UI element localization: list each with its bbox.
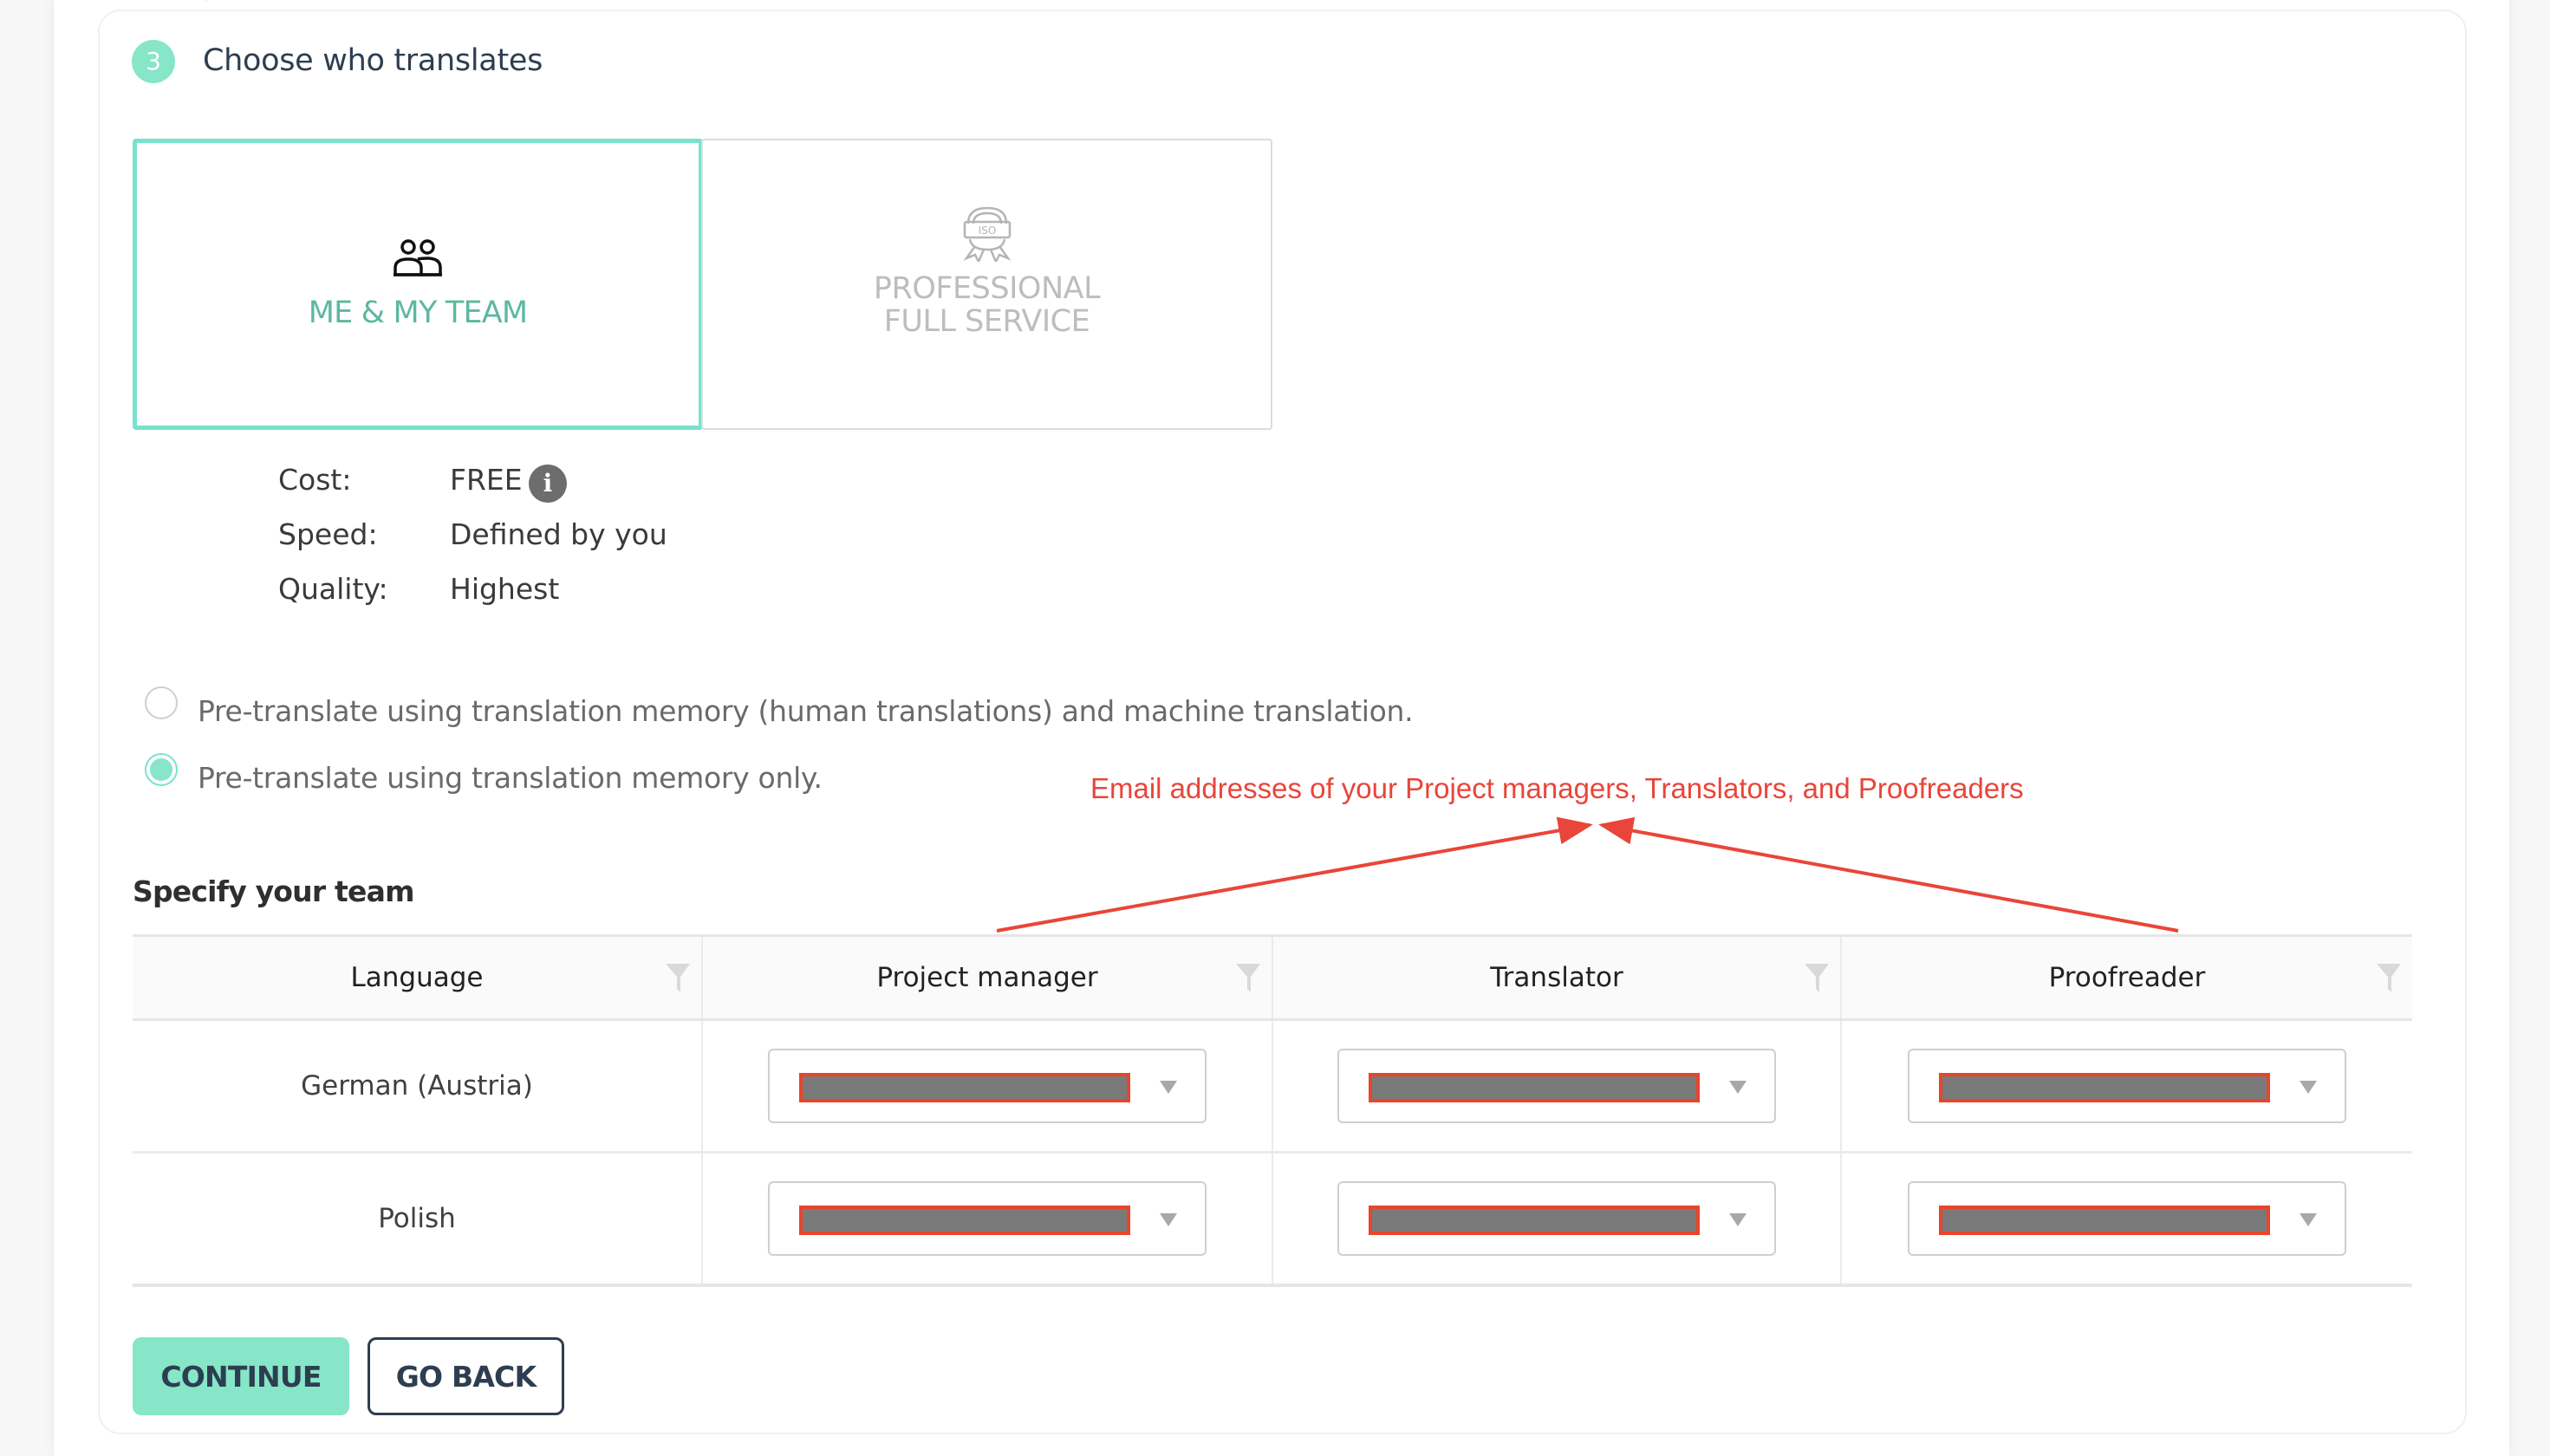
translator-cell (1273, 1021, 1842, 1151)
filter-icon[interactable] (665, 963, 691, 994)
column-header-language: Language (133, 937, 703, 1018)
radio-pretranslate-tm-only[interactable] (145, 753, 178, 786)
radio-pretranslate-tm-and-mt[interactable] (145, 686, 178, 719)
caret-down-icon (1160, 1213, 1177, 1226)
cost-label: Cost: (278, 463, 352, 497)
column-header-project-manager: Project manager (703, 937, 1273, 1018)
speed-label: Speed: (278, 517, 378, 551)
redacted-email (1939, 1073, 2270, 1102)
option-me-and-my-team[interactable]: ME & MY TEAM (133, 139, 703, 430)
translator-select[interactable] (1337, 1181, 1776, 1256)
column-header-label: Project manager (876, 962, 1098, 993)
caret-down-icon (2300, 1213, 2317, 1226)
step-number-badge: 3 (132, 40, 175, 83)
option-professional-full-service[interactable]: ISO PROFESSIONAL FULL SERVICE (701, 139, 1272, 430)
filter-icon[interactable] (2376, 963, 2402, 994)
table-row: Polish (133, 1154, 2412, 1287)
speed-value: Defined by you (450, 517, 667, 551)
section-title: Specify your team (133, 874, 414, 908)
redacted-email (1939, 1206, 2270, 1235)
redacted-email (1369, 1206, 1700, 1235)
column-header-proofreader: Proofreader (1842, 937, 2412, 1018)
translator-cell (1273, 1154, 1842, 1284)
language-name: German (Austria) (301, 1070, 533, 1102)
radio-label[interactable]: Pre-translate using translation memory (… (198, 694, 1414, 728)
filter-icon[interactable] (1235, 963, 1261, 994)
column-header-label: Language (350, 962, 484, 993)
go-back-button[interactable]: GO BACK (368, 1337, 564, 1415)
caret-down-icon (2300, 1081, 2317, 1094)
project-manager-cell (703, 1154, 1273, 1284)
caret-down-icon (1729, 1081, 1747, 1094)
cost-value: FREE (450, 463, 523, 497)
iso-badge-icon: ISO (963, 206, 1011, 262)
info-icon[interactable]: i (529, 465, 567, 503)
proofreader-select[interactable] (1908, 1049, 2346, 1123)
filter-icon[interactable] (1804, 963, 1830, 994)
table-row: German (Austria) (133, 1021, 2412, 1154)
proofreader-cell (1842, 1154, 2412, 1284)
option-label: ME & MY TEAM (308, 296, 528, 330)
option-label-line-2: FULL SERVICE (883, 304, 1090, 339)
svg-text:ISO: ISO (978, 224, 996, 237)
option-label: PROFESSIONAL FULL SERVICE (873, 271, 1101, 339)
team-table: Language Project manager Translator Proo… (133, 934, 2412, 1287)
proofreader-select[interactable] (1908, 1181, 2346, 1256)
language-cell: Polish (133, 1154, 703, 1284)
quality-label: Quality: (278, 572, 388, 606)
redacted-email (1369, 1073, 1700, 1102)
language-name: Polish (378, 1203, 456, 1234)
caret-down-icon (1729, 1213, 1747, 1226)
redacted-email (799, 1206, 1130, 1235)
annotation-text: Email addresses of your Project managers… (1090, 772, 2024, 804)
redacted-email (799, 1073, 1130, 1102)
project-manager-select[interactable] (768, 1181, 1207, 1256)
proofreader-cell (1842, 1021, 2412, 1151)
team-icon (394, 239, 442, 276)
translator-select[interactable] (1337, 1049, 1776, 1123)
column-header-translator: Translator (1273, 937, 1842, 1018)
radio-label[interactable]: Pre-translate using translation memory o… (198, 761, 823, 795)
step-title: Choose who translates (203, 43, 543, 78)
quality-value: Highest (450, 572, 560, 606)
option-label-line-1: PROFESSIONAL (873, 271, 1101, 306)
column-header-label: Translator (1490, 962, 1623, 993)
caret-down-icon (1160, 1081, 1177, 1094)
table-header: Language Project manager Translator Proo… (133, 934, 2412, 1021)
project-manager-select[interactable] (768, 1049, 1207, 1123)
column-header-label: Proofreader (2048, 962, 2206, 993)
language-cell: German (Austria) (133, 1021, 703, 1151)
divider (205, 0, 207, 2)
continue-button[interactable]: CONTINUE (133, 1337, 349, 1415)
project-manager-cell (703, 1021, 1273, 1151)
